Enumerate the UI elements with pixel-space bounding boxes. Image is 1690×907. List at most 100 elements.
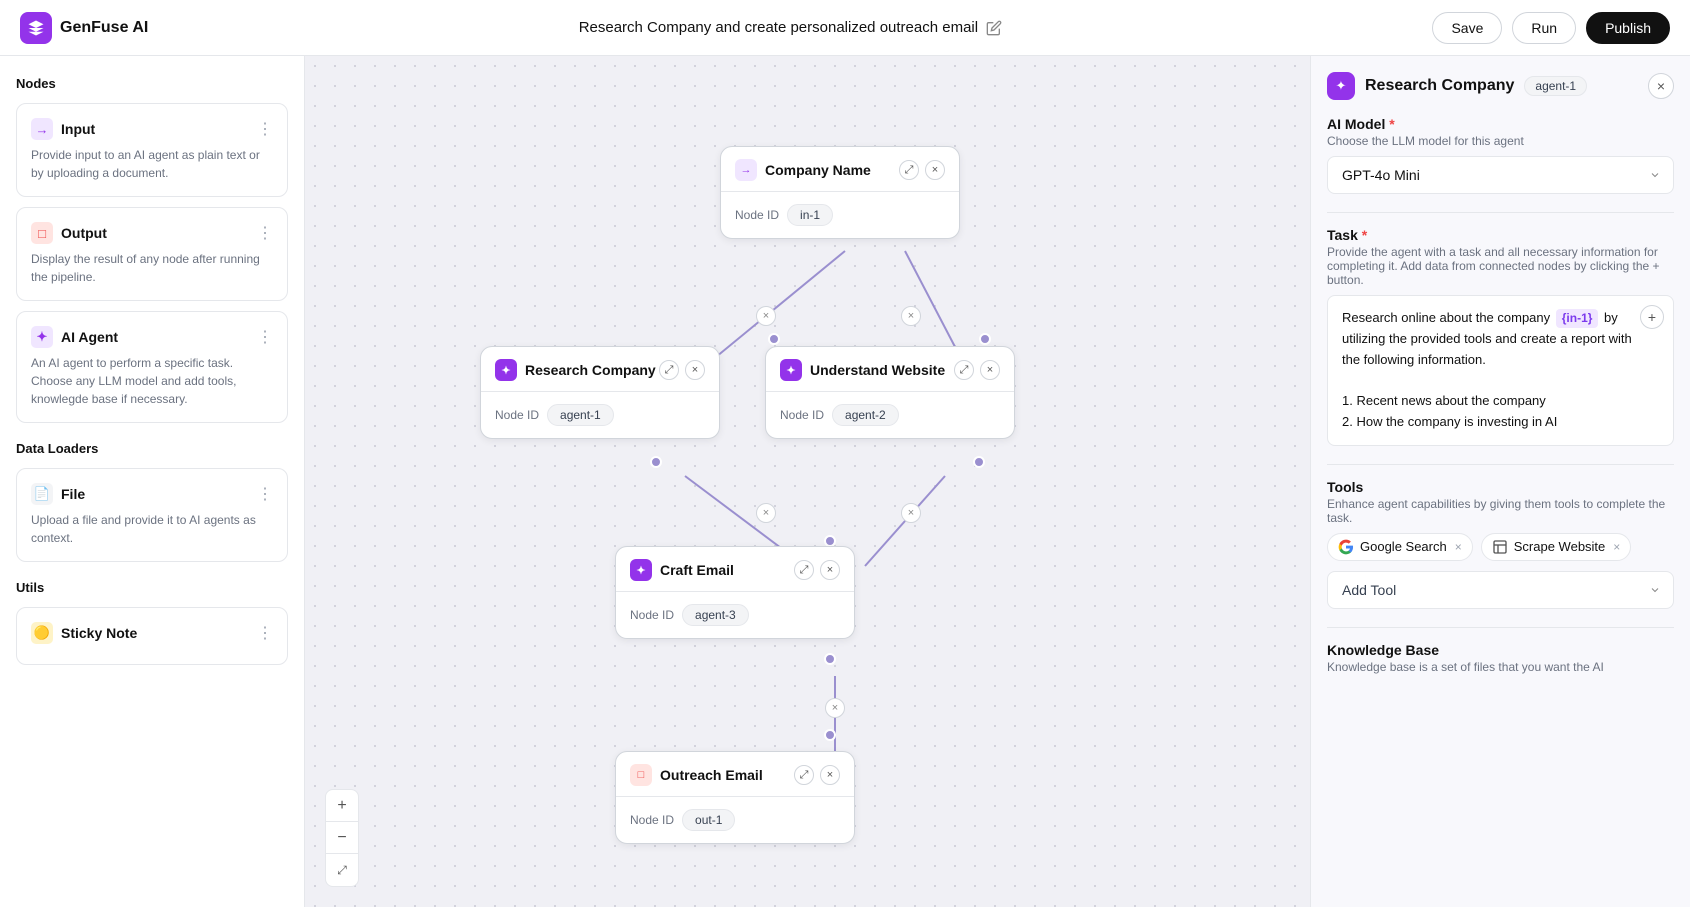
research-company-node[interactable]: ✦ Research Company ⤢ × Node ID agent-1 — [480, 346, 720, 439]
node-close-btn[interactable]: × — [820, 765, 840, 785]
add-tool-select[interactable]: Add Tool Google Search Scrape Website — [1327, 571, 1674, 609]
input-menu-icon[interactable]: ⋮ — [257, 119, 273, 139]
tool-remove-scrape[interactable]: × — [1613, 540, 1620, 554]
ai-model-select[interactable]: GPT-4o Mini GPT-4o GPT-3.5 Turbo Claude … — [1327, 156, 1674, 194]
node-id-badge: in-1 — [787, 204, 833, 226]
task-content[interactable]: Research online about the company {in-1}… — [1327, 295, 1674, 446]
output-icon: □ — [31, 222, 53, 244]
tools-list: Google Search × Scrape Website × — [1327, 533, 1674, 561]
company-name-node[interactable]: → Company Name ⤢ × Node ID in-1 — [720, 146, 960, 239]
sidebar-card-title: → Input — [31, 118, 95, 140]
node-id-label: Node ID — [630, 813, 674, 827]
node-expand-btn[interactable]: ⤢ — [794, 560, 814, 580]
knowledge-base-section: Knowledge Base Knowledge base is a set o… — [1327, 642, 1674, 674]
conn-x-3[interactable]: × — [756, 503, 776, 523]
sidebar-item-aiagent[interactable]: ✦ AI Agent ⋮ An AI agent to perform a sp… — [16, 311, 288, 423]
panel-header: ✦ Research Company agent-1 × — [1327, 72, 1674, 100]
required-star: * — [1358, 227, 1367, 243]
edit-icon[interactable] — [986, 20, 1002, 36]
node-title-text: Research Company — [525, 362, 656, 378]
sidebar-item-file[interactable]: 📄 File ⋮ Upload a file and provide it to… — [16, 468, 288, 562]
conn-dot-2 — [979, 333, 991, 345]
tool-tag-google-search[interactable]: Google Search × — [1327, 533, 1473, 561]
sidebar-card-header: □ Output ⋮ — [31, 222, 273, 244]
conn-x-5[interactable]: × — [825, 698, 845, 718]
task-sublabel: Provide the agent with a task and all ne… — [1327, 245, 1674, 287]
node-title: ✦ Research Company — [495, 359, 656, 381]
publish-button[interactable]: Publish — [1586, 12, 1670, 44]
node-id-label: Node ID — [630, 608, 674, 622]
sticky-menu-icon[interactable]: ⋮ — [257, 623, 273, 643]
node-icon: □ — [630, 764, 652, 786]
sidebar-item-input[interactable]: → Input ⋮ Provide input to an AI agent a… — [16, 103, 288, 197]
nodes-section-title: Nodes — [16, 76, 288, 91]
node-actions: ⤢ × — [954, 360, 1000, 380]
output-desc: Display the result of any node after run… — [31, 250, 273, 286]
node-title: □ Outreach Email — [630, 764, 763, 786]
sidebar-card-title: □ Output — [31, 222, 107, 244]
logo-icon — [20, 12, 52, 44]
tool-label: Scrape Website — [1514, 539, 1606, 554]
ai-model-sublabel: Choose the LLM model for this agent — [1327, 134, 1674, 148]
run-button[interactable]: Run — [1512, 12, 1576, 44]
header: GenFuse AI Research Company and create p… — [0, 0, 1690, 56]
knowledge-base-sublabel: Knowledge base is a set of files that yo… — [1327, 660, 1674, 674]
header-actions: Save Run Publish — [1432, 12, 1670, 44]
node-expand-btn[interactable]: ⤢ — [659, 360, 679, 380]
craft-email-node[interactable]: ✦ Craft Email ⤢ × Node ID agent-3 — [615, 546, 855, 639]
tool-tag-scrape-website[interactable]: Scrape Website × — [1481, 533, 1632, 561]
node-header: □ Outreach Email ⤢ × — [616, 752, 854, 797]
node-close-btn[interactable]: × — [820, 560, 840, 580]
tool-remove-google[interactable]: × — [1455, 540, 1462, 554]
node-close-btn[interactable]: × — [925, 160, 945, 180]
node-expand-btn[interactable]: ⤢ — [899, 160, 919, 180]
node-expand-btn[interactable]: ⤢ — [954, 360, 974, 380]
ai-model-label: AI Model * — [1327, 116, 1674, 132]
node-id-row: Node ID in-1 — [735, 204, 945, 226]
sidebar-card-title: ✦ AI Agent — [31, 326, 118, 348]
node-header: → Company Name ⤢ × — [721, 147, 959, 192]
node-header: ✦ Research Company ⤢ × — [481, 347, 719, 392]
output-menu-icon[interactable]: ⋮ — [257, 223, 273, 243]
conn-x-1[interactable]: × — [756, 306, 776, 326]
sidebar-item-output[interactable]: □ Output ⋮ Display the result of any nod… — [16, 207, 288, 301]
node-actions: ⤢ × — [794, 560, 840, 580]
understand-website-node[interactable]: ✦ Understand Website ⤢ × Node ID agent-2 — [765, 346, 1015, 439]
data-loaders-section-title: Data Loaders — [16, 441, 288, 456]
sidebar-card-title: 🟡 Sticky Note — [31, 622, 137, 644]
zoom-fit-button[interactable]: ⤢ — [326, 854, 358, 886]
node-icon: ✦ — [630, 559, 652, 581]
panel-badge: agent-1 — [1524, 76, 1587, 96]
divider-2 — [1327, 464, 1674, 465]
node-close-btn[interactable]: × — [685, 360, 705, 380]
aiagent-menu-icon[interactable]: ⋮ — [257, 327, 273, 347]
node-id-badge: out-1 — [682, 809, 735, 831]
panel-close-button[interactable]: × — [1648, 73, 1674, 99]
node-body: Node ID agent-3 — [616, 592, 854, 638]
zoom-out-button[interactable]: − — [326, 822, 358, 854]
tools-sublabel: Enhance agent capabilities by giving the… — [1327, 497, 1674, 525]
sidebar-card-header: → Input ⋮ — [31, 118, 273, 140]
ai-model-section: AI Model * Choose the LLM model for this… — [1327, 116, 1674, 194]
node-expand-btn[interactable]: ⤢ — [794, 765, 814, 785]
node-title: ✦ Craft Email — [630, 559, 734, 581]
node-actions: ⤢ × — [659, 360, 705, 380]
panel-icon: ✦ — [1327, 72, 1355, 100]
node-id-label: Node ID — [495, 408, 539, 422]
node-header: ✦ Craft Email ⤢ × — [616, 547, 854, 592]
node-close-btn[interactable]: × — [980, 360, 1000, 380]
sidebar-item-stickynote[interactable]: 🟡 Sticky Note ⋮ — [16, 607, 288, 665]
knowledge-base-label: Knowledge Base — [1327, 642, 1674, 658]
task-add-button[interactable]: + — [1640, 305, 1664, 329]
save-button[interactable]: Save — [1432, 12, 1502, 44]
divider-1 — [1327, 212, 1674, 213]
sticky-icon: 🟡 — [31, 622, 53, 644]
outreach-email-node[interactable]: □ Outreach Email ⤢ × Node ID out-1 — [615, 751, 855, 844]
zoom-in-button[interactable]: + — [326, 790, 358, 822]
aiagent-icon: ✦ — [31, 326, 53, 348]
task-section: Task * Provide the agent with a task and… — [1327, 227, 1674, 446]
file-menu-icon[interactable]: ⋮ — [257, 484, 273, 504]
conn-x-4[interactable]: × — [901, 503, 921, 523]
canvas[interactable]: × × × × × → Company Name ⤢ × — [305, 56, 1310, 907]
conn-x-2[interactable]: × — [901, 306, 921, 326]
